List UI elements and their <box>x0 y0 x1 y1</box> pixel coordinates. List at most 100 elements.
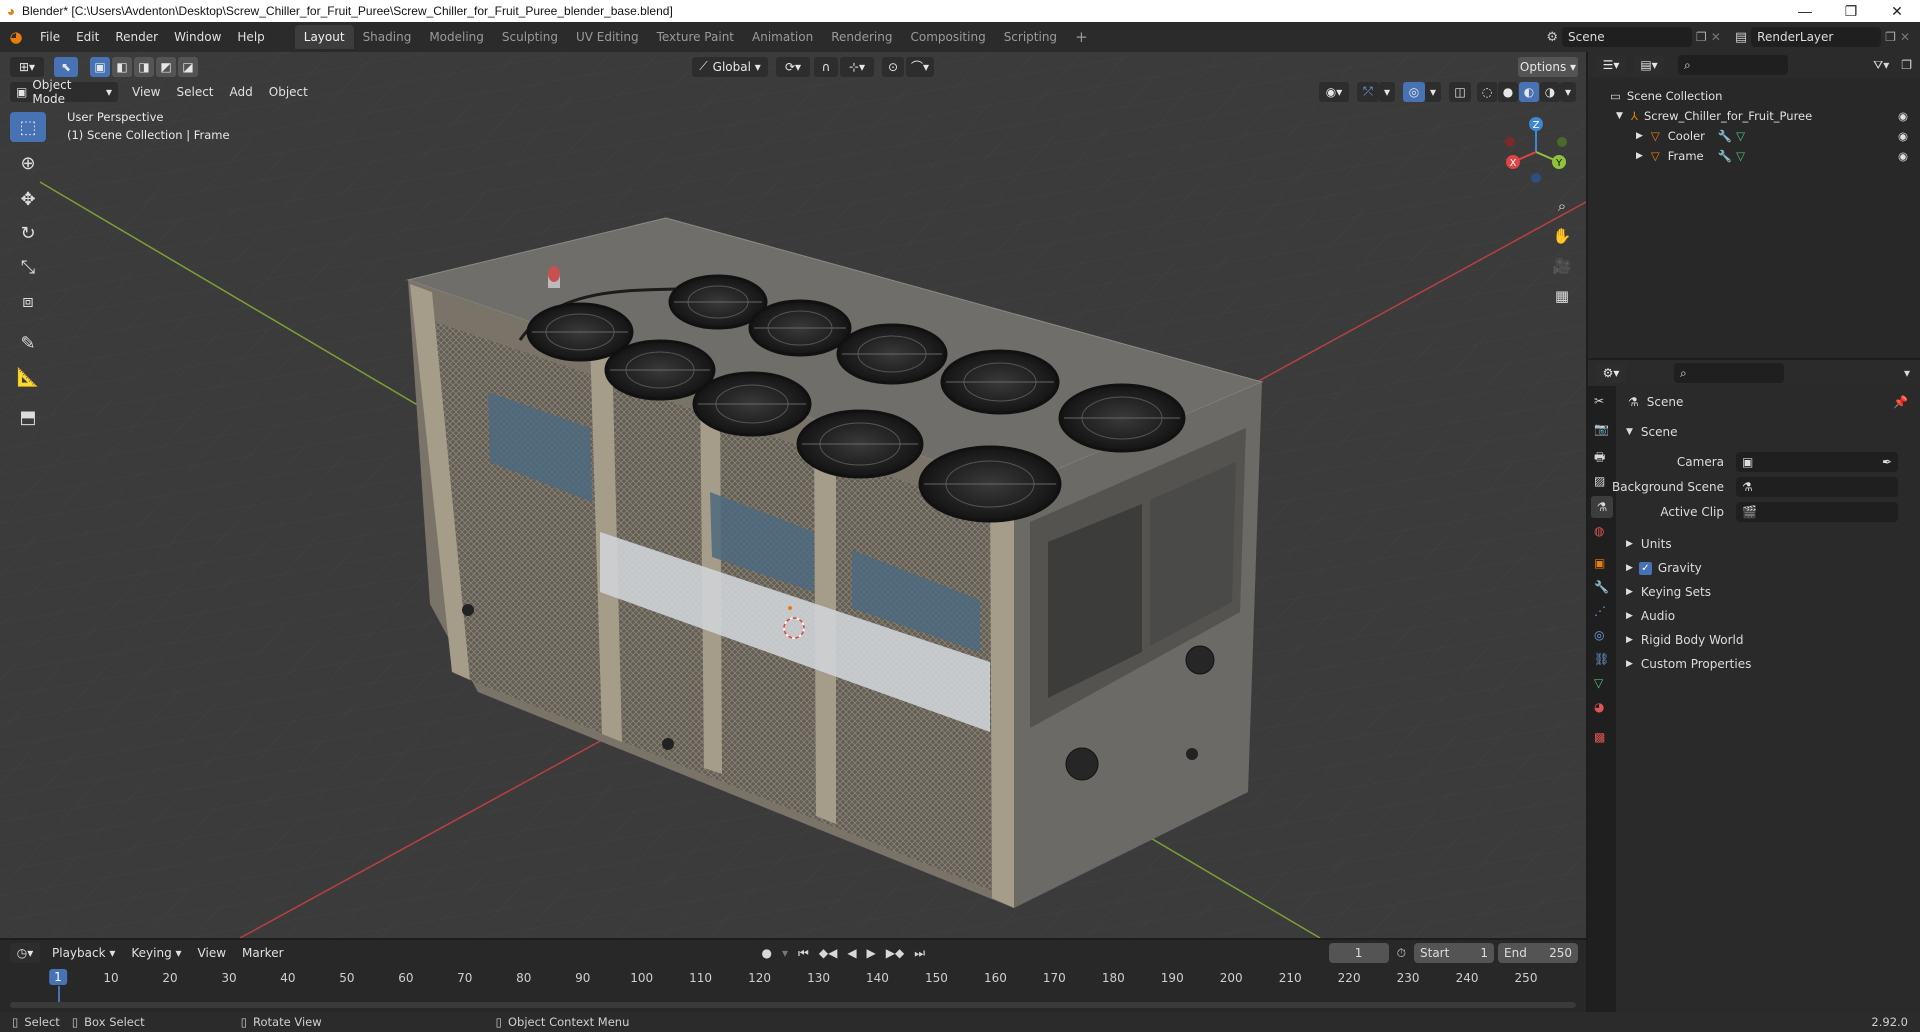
add-cube-tool[interactable]: ⬒ <box>10 402 46 432</box>
outliner-row-cooler[interactable]: ▶ ▽ Cooler 🔧 ▽ ◉ <box>1588 126 1920 146</box>
playhead-line[interactable] <box>58 986 60 1002</box>
close-button[interactable]: ✕ <box>1874 0 1920 22</box>
background-scene-field[interactable]: ⚗ <box>1736 477 1898 497</box>
audio-panel-header[interactable]: ▶ Audio <box>1588 604 1920 628</box>
panel-collapsed-chevron-icon[interactable]: ▶ <box>1626 539 1633 549</box>
properties-panel[interactable]: ⚙▾ ⌕ ▾ ✂ 📷 🖶 ▨ ⚗ ◍ ▣ 🔧 ⋰ ◎ ⛓ ▽ ◕ ▩ ⚗ Sce… <box>1588 360 1920 1012</box>
shading-solid-button[interactable]: ● <box>1498 81 1518 102</box>
current-frame-marker[interactable]: 1 <box>49 969 67 985</box>
viewport-menu-select[interactable]: Select <box>168 81 221 103</box>
maximize-button[interactable]: ❐ <box>1828 0 1874 22</box>
viewport-menu-object[interactable]: Object <box>261 81 316 103</box>
options-dropdown[interactable]: Options ▾ <box>1518 56 1578 77</box>
tab-modeling[interactable]: Modeling <box>420 25 493 49</box>
snap-target-dropdown[interactable]: ⊹▾ <box>840 56 874 77</box>
shading-wireframe-button[interactable]: ◌ <box>1477 81 1497 102</box>
navigation-gizmo[interactable]: Z Y X <box>1496 112 1576 192</box>
gravity-checkbox[interactable]: ✓ <box>1638 561 1652 575</box>
viewport-scene[interactable] <box>0 52 1586 938</box>
outliner-row-frame[interactable]: ▶ ▽ Frame 🔧 ▽ ◉ <box>1588 146 1920 166</box>
panel-collapsed-chevron-icon[interactable]: ▶ <box>1626 611 1633 621</box>
add-workspace-button[interactable]: + <box>1066 25 1097 49</box>
delete-layer-icon[interactable]: ✕ <box>1900 30 1910 44</box>
panel-collapsed-chevron-icon[interactable]: ▶ <box>1626 587 1633 597</box>
expand-chevron-down-icon[interactable]: ▼ <box>1616 111 1623 121</box>
scene-icon[interactable]: ⚙ <box>1546 30 1558 45</box>
panel-collapsed-chevron-icon[interactable]: ▶ <box>1626 563 1633 573</box>
chevron-down-icon[interactable]: ▾ <box>1904 366 1910 380</box>
modifier-wrench-icon[interactable]: 🔧 <box>1718 149 1732 163</box>
measure-tool[interactable]: 📐 <box>10 362 46 392</box>
mode-new-button[interactable]: ▣ <box>90 56 110 77</box>
eyedropper-icon[interactable]: ✒ <box>1882 455 1892 469</box>
camera-field[interactable]: ▣ ✒ <box>1736 452 1898 472</box>
xray-toggle[interactable]: ◫ <box>1449 81 1471 102</box>
viewport-menu-view[interactable]: View <box>124 81 168 103</box>
tab-uv-editing[interactable]: UV Editing <box>567 25 648 49</box>
pin-icon[interactable]: 📌 <box>1893 395 1908 409</box>
new-scene-icon[interactable]: ❐ <box>1696 30 1707 44</box>
mesh-data-icon[interactable]: ▽ <box>1736 149 1745 163</box>
tab-compositing[interactable]: Compositing <box>901 25 994 49</box>
display-mode-dropdown[interactable]: ▤▾ <box>1634 55 1664 75</box>
custom-properties-panel-header[interactable]: ▶ Custom Properties <box>1588 652 1920 676</box>
outliner-search-input[interactable]: ⌕ <box>1678 55 1788 75</box>
visibility-eye-icon[interactable]: ◉ <box>1898 129 1908 143</box>
mode-subtract-button[interactable]: ◨ <box>134 56 154 77</box>
timeline-editor[interactable]: ◷▾ Playback ▾ Keying ▾ View Marker ● ▾ ⏮… <box>0 940 1586 1012</box>
mode-intersect-button[interactable]: ◪ <box>178 56 198 77</box>
camera-view-button[interactable]: 🎥 <box>1548 252 1576 280</box>
select-box-tool[interactable]: ⬚ <box>10 112 46 142</box>
tab-sculpting[interactable]: Sculpting <box>493 25 567 49</box>
menu-file[interactable]: File <box>32 26 68 48</box>
visibility-dropdown[interactable]: ◉▾ <box>1319 81 1349 102</box>
gizmo-toggle[interactable]: ⤱ <box>1357 81 1379 102</box>
tab-rendering[interactable]: Rendering <box>822 25 901 49</box>
falloff-dropdown[interactable]: ⌒▾ <box>906 56 934 77</box>
tab-shading[interactable]: Shading <box>354 25 421 49</box>
transform-tool[interactable]: ⧈ <box>10 286 46 316</box>
rigid-body-world-panel-header[interactable]: ▶ Rigid Body World <box>1588 628 1920 652</box>
expand-chevron-right-icon[interactable]: ▶ <box>1636 151 1643 161</box>
pan-view-button[interactable]: ✋ <box>1548 222 1576 250</box>
visibility-eye-icon[interactable]: ◉ <box>1898 109 1908 123</box>
overlay-toggle[interactable]: ◎ <box>1403 81 1425 102</box>
transform-orientation-dropdown[interactable]: ⟋ Global ▾ <box>692 56 768 77</box>
select-tool-toggle[interactable]: ⬉ <box>54 56 78 77</box>
viewport-menu-add[interactable]: Add <box>222 81 261 103</box>
menu-render[interactable]: Render <box>107 26 166 48</box>
cursor-tool[interactable]: ⊕ <box>10 148 46 178</box>
render-layer-selector[interactable]: RenderLayer <box>1751 27 1882 47</box>
panel-expanded-chevron-icon[interactable]: ▼ <box>1626 427 1633 437</box>
timeline-scrollbar[interactable] <box>10 1002 1576 1008</box>
rotate-tool[interactable]: ↻ <box>10 218 46 248</box>
data-tab-icon[interactable]: ▽ <box>1594 676 1603 690</box>
expand-chevron-right-icon[interactable]: ▶ <box>1636 131 1643 141</box>
shading-dropdown[interactable]: ▾ <box>1560 81 1576 102</box>
zoom-view-button[interactable]: ⌕ <box>1548 192 1576 220</box>
outliner-row-scene-collection[interactable]: ▭ Scene Collection <box>1588 86 1920 106</box>
units-panel-header[interactable]: ▶ Units <box>1588 532 1920 556</box>
tab-layout[interactable]: Layout <box>294 25 354 49</box>
menu-edit[interactable]: Edit <box>68 26 107 48</box>
shading-rendered-button[interactable]: ◑ <box>1540 81 1560 102</box>
material-tab-icon[interactable]: ◕ <box>1594 700 1604 714</box>
tab-animation[interactable]: Animation <box>743 25 822 49</box>
keying-sets-panel-header[interactable]: ▶ Keying Sets <box>1588 580 1920 604</box>
outliner-panel[interactable]: ☰▾ ▤▾ ⌕ ⛛▾ ❐ ▭ Scene Collection ▼ ⅄ Scre… <box>1588 52 1920 358</box>
filter-icon[interactable]: ⛛▾ <box>1873 58 1889 73</box>
3d-viewport[interactable]: ⊞▾ ⬉ ▣ ◧ ◨ ◩ ◪ ⟋ Global ▾ ⟳▾ ∩ ⊹▾ ⊙ ⌒▾ Op… <box>0 52 1586 938</box>
object-mode-dropdown[interactable]: ▣ Object Mode ▾ <box>10 78 118 106</box>
outliner-editor-type-button[interactable]: ☰▾ <box>1596 55 1626 75</box>
scene-selector[interactable]: Scene <box>1562 27 1693 47</box>
mode-extend-button[interactable]: ◧ <box>112 56 132 77</box>
menu-help[interactable]: Help <box>229 26 272 48</box>
texture-tab-icon[interactable]: ▩ <box>1594 730 1605 744</box>
gizmo-dropdown[interactable]: ▾ <box>1379 81 1395 102</box>
properties-search-input[interactable]: ⌕ <box>1674 363 1784 383</box>
new-collection-icon[interactable]: ❐ <box>1901 58 1912 72</box>
delete-scene-icon[interactable]: ✕ <box>1711 30 1721 44</box>
mesh-data-icon[interactable]: ▽ <box>1736 129 1745 143</box>
modifier-wrench-icon[interactable]: 🔧 <box>1718 129 1732 143</box>
visibility-eye-icon[interactable]: ◉ <box>1898 149 1908 163</box>
